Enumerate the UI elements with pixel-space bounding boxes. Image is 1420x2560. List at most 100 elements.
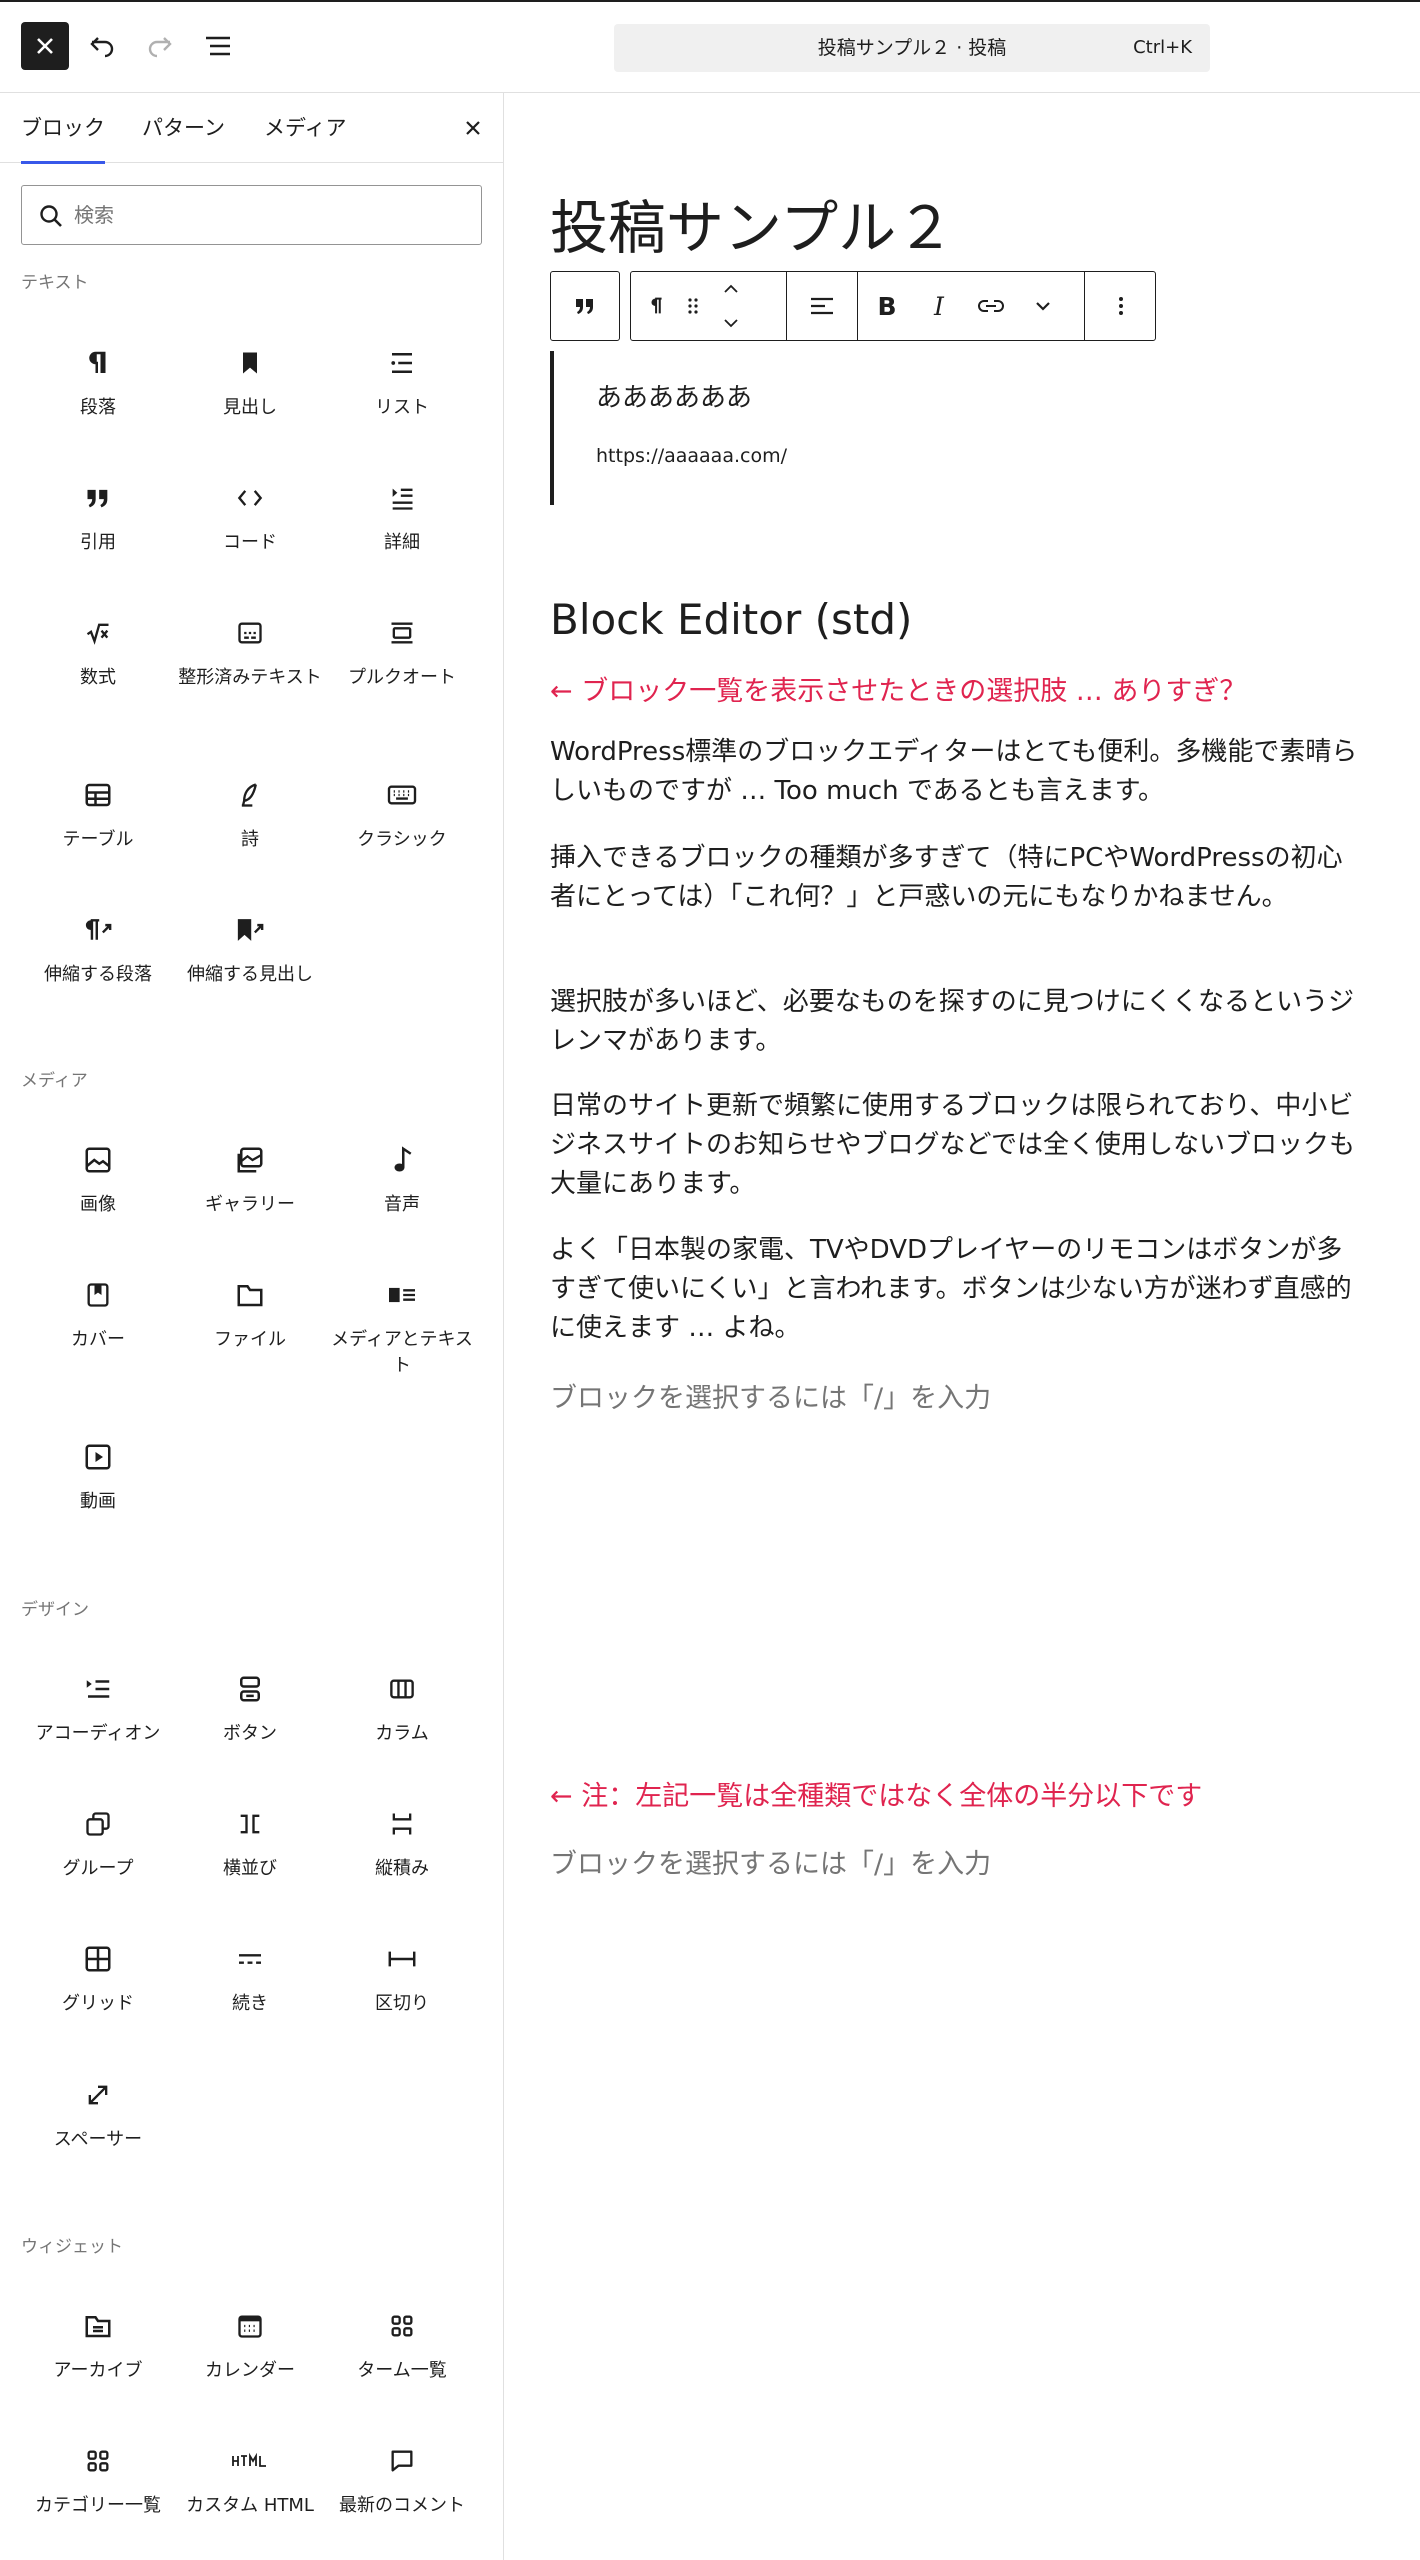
block-spacer[interactable]: スペーサー	[23, 2075, 173, 2153]
document-overview-button[interactable]	[194, 22, 242, 70]
move-down-button[interactable]	[711, 306, 751, 340]
category-heading-design: デザイン	[21, 1600, 89, 1620]
block-stack[interactable]: 縦積み	[327, 1804, 477, 1882]
italic-button[interactable]: I	[913, 272, 965, 340]
block-type-button[interactable]	[551, 272, 619, 340]
quote-icon	[576, 299, 593, 314]
block-label: カバー	[71, 1329, 125, 1350]
redo-button[interactable]	[136, 22, 184, 70]
block-image[interactable]: 画像	[23, 1140, 173, 1218]
block-custom-html[interactable]: カスタム HTML	[175, 2441, 325, 2519]
block-label: 見出し	[223, 397, 277, 418]
link-button[interactable]	[965, 272, 1017, 340]
block-options-button[interactable]	[1089, 272, 1153, 340]
block-grid[interactable]: グリッド	[23, 1939, 173, 2017]
list-view-icon	[206, 36, 230, 56]
block-math[interactable]: 数式	[23, 613, 173, 691]
block-label: 整形済みテキスト	[178, 667, 322, 688]
annotation-note[interactable]: ← 注：左記一覧は全種類ではなく全体の半分以下です	[550, 1774, 1202, 1813]
block-label: テーブル	[62, 829, 134, 850]
block-verse[interactable]: 詩	[175, 775, 325, 853]
paragraph-icon	[651, 297, 662, 314]
section-heading[interactable]: Block Editor (std)	[550, 595, 912, 644]
undo-button[interactable]	[78, 22, 126, 70]
details-icon	[392, 488, 413, 510]
close-inserter-button[interactable]	[21, 22, 69, 70]
command-palette-button[interactable]: 投稿サンプル２ · 投稿 Ctrl+K	[614, 24, 1210, 72]
block-label: 最新のコメント	[339, 2495, 465, 2516]
block-accordion[interactable]: アコーディオン	[23, 1669, 173, 1747]
paragraph-block[interactable]: WordPress標準のブロックエディターはとても便利。多機能で素晴らしいもので…	[550, 733, 1360, 811]
block-separator[interactable]: 区切り	[327, 1939, 477, 2017]
paragraph-type-button[interactable]	[635, 272, 679, 340]
block-stretchy-heading[interactable]: 伸縮する見出し	[175, 910, 325, 988]
tab-media[interactable]: メディア	[264, 93, 347, 163]
align-button[interactable]	[791, 272, 853, 340]
block-label: メディアとテキスト	[331, 1329, 473, 1376]
block-list[interactable]: リスト	[327, 343, 477, 421]
shortcut-hint: Ctrl+K	[1133, 37, 1192, 58]
block-classic[interactable]: クラシック	[327, 775, 477, 853]
block-label: コード	[223, 532, 277, 553]
block-archives[interactable]: アーカイブ	[23, 2306, 173, 2384]
block-type-group	[550, 271, 620, 341]
close-icon	[466, 121, 480, 135]
block-gallery[interactable]: ギャラリー	[175, 1140, 325, 1218]
block-calendar[interactable]: カレンダー	[175, 2306, 325, 2384]
categories-icon	[87, 2450, 109, 2472]
block-label: 段落	[80, 397, 116, 418]
paragraph-block[interactable]: 選択肢が多いほど、必要なものを探すのに見つけにくくなるというジレンマがあります。	[550, 983, 1360, 1061]
keyboard-icon	[387, 785, 417, 805]
block-details[interactable]: 詳細	[327, 478, 477, 556]
empty-block-placeholder[interactable]: ブロックを選択するには「/」を入力	[550, 1376, 991, 1415]
empty-block-placeholder[interactable]: ブロックを選択するには「/」を入力	[550, 1842, 991, 1881]
spacer-arrows-icon	[88, 2085, 108, 2105]
block-table[interactable]: テーブル	[23, 775, 173, 853]
block-more[interactable]: 続き	[175, 1939, 325, 2017]
code-icon	[237, 490, 263, 506]
block-code[interactable]: コード	[175, 478, 325, 556]
drag-handle[interactable]	[679, 272, 707, 340]
separator-icon	[388, 1951, 416, 1967]
more-separator-icon	[239, 1954, 261, 1964]
block-group[interactable]: グループ	[23, 1804, 173, 1882]
list-icon	[391, 353, 412, 373]
quote-citation[interactable]: https://aaaaaa.com/	[596, 445, 787, 467]
move-up-button[interactable]	[711, 272, 751, 306]
paragraph-block[interactable]: 挿入できるブロックの種類が多すぎて（特にPCやWordPressの初心者にとって…	[550, 839, 1360, 917]
block-label: 縦積み	[375, 1858, 429, 1879]
bold-button[interactable]: B	[861, 272, 913, 340]
block-paragraph[interactable]: 段落	[23, 343, 173, 421]
block-audio[interactable]: 音声	[327, 1140, 477, 1218]
block-buttons[interactable]: ボタン	[175, 1669, 325, 1747]
block-latest-comments[interactable]: 最新のコメント	[327, 2441, 477, 2519]
post-title[interactable]: 投稿サンプル２	[550, 181, 954, 265]
block-row[interactable]: 横並び	[175, 1804, 325, 1882]
block-columns[interactable]: カラム	[327, 1669, 477, 1747]
paragraph-block[interactable]: 日常のサイト更新で頻繁に使用するブロックは限られており、中小ビジネスサイトのお知…	[550, 1087, 1360, 1204]
block-stretchy-paragraph[interactable]: 伸縮する段落	[23, 910, 173, 988]
toolbar-main-group: B I	[630, 271, 1156, 341]
paragraph-block[interactable]: よく「日本製の家電、TVやDVDプレイヤーのリモコンはボタンが多すぎて使いにくい…	[550, 1231, 1360, 1348]
block-pullquote[interactable]: プルクオート	[327, 613, 477, 691]
quote-text[interactable]: ああああああ	[596, 377, 752, 414]
close-panel-button[interactable]	[452, 107, 494, 149]
block-heading[interactable]: 見出し	[175, 343, 325, 421]
block-label: アコーディオン	[35, 1723, 161, 1744]
quote-block[interactable]: ああああああ https://aaaaaa.com/	[550, 351, 1250, 505]
block-categories[interactable]: カテゴリー一覧	[23, 2441, 173, 2519]
block-quote[interactable]: 引用	[23, 478, 173, 556]
tab-patterns[interactable]: パターン	[142, 93, 225, 163]
block-cover[interactable]: カバー	[23, 1275, 173, 1353]
block-label: カテゴリー一覧	[35, 2495, 161, 2516]
block-media-text[interactable]: メディアとテキスト	[327, 1275, 477, 1379]
annotation-note[interactable]: ← ブロック一覧を表示させたときの選択肢 … ありすぎ？	[550, 669, 1246, 708]
block-tag-cloud[interactable]: ターム一覧	[327, 2306, 477, 2384]
search-input[interactable]	[74, 186, 474, 244]
tab-blocks[interactable]: ブロック	[21, 93, 105, 164]
block-file[interactable]: ファイル	[175, 1275, 325, 1353]
more-formats-button[interactable]	[1017, 272, 1069, 340]
block-video[interactable]: 動画	[23, 1437, 173, 1515]
block-preformatted[interactable]: 整形済みテキスト	[175, 613, 325, 691]
align-left-icon	[811, 297, 833, 315]
